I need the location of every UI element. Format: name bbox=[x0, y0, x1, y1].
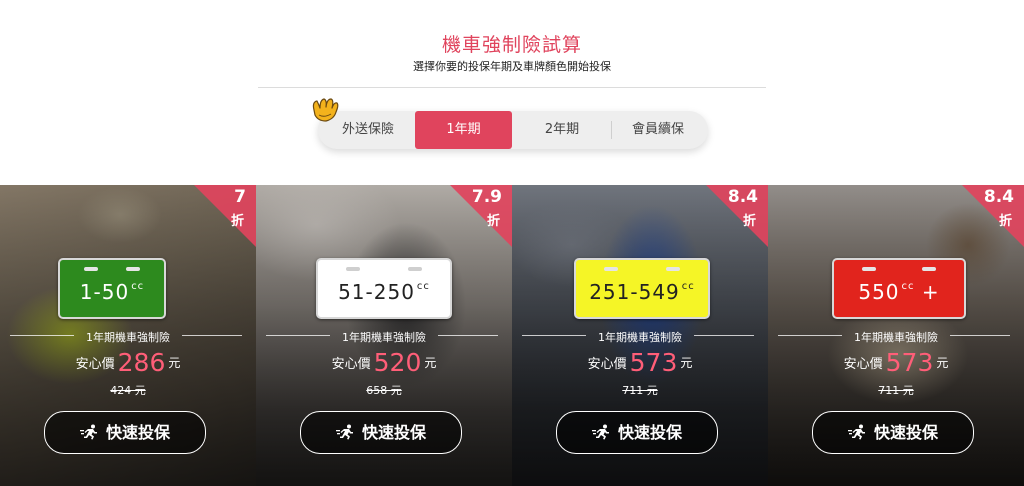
license-plate-green: 1-50 cc bbox=[58, 258, 166, 319]
quick-insure-button[interactable]: 快速投保 bbox=[300, 411, 462, 454]
running-icon bbox=[335, 424, 353, 439]
plan-label: 1年期機車強制險 bbox=[854, 331, 938, 344]
original-price: 658 元 bbox=[366, 384, 402, 397]
price-unit: 元 bbox=[936, 356, 949, 370]
button-label: 快速投保 bbox=[873, 423, 938, 442]
plate-hole bbox=[862, 267, 876, 271]
discount-unit: 折 bbox=[742, 214, 756, 229]
card-251-549cc: 8.4 折 251-549 cc 1年期機車強制險 安心價 573 元 711 元 快… bbox=[512, 185, 768, 486]
price-label: 安心價 bbox=[331, 357, 371, 372]
plate-text: 550 cc + bbox=[858, 280, 940, 304]
quick-insure-button[interactable]: 快速投保 bbox=[556, 411, 718, 454]
plate-hole bbox=[84, 267, 98, 271]
plate-text: 51-250 cc bbox=[338, 280, 430, 304]
price-row: 安心價 286 元 bbox=[0, 348, 256, 377]
discount-unit: 折 bbox=[486, 214, 500, 229]
header-divider bbox=[258, 87, 766, 88]
price-unit: 元 bbox=[168, 356, 181, 370]
running-icon bbox=[79, 424, 97, 439]
original-price: 711 元 bbox=[622, 384, 658, 397]
plate-hole bbox=[922, 267, 936, 271]
discount-value: 8.4 bbox=[983, 187, 1014, 207]
price-value: 573 bbox=[885, 348, 934, 377]
tab-member-renewal[interactable]: 會員續保 bbox=[612, 111, 704, 149]
license-plate-yellow: 251-549 cc bbox=[574, 258, 710, 319]
price-label: 安心價 bbox=[587, 357, 627, 372]
license-plate-red: 550 cc + bbox=[832, 258, 966, 319]
button-label: 快速投保 bbox=[105, 423, 170, 442]
price-label: 安心價 bbox=[75, 357, 115, 372]
plate-hole bbox=[604, 267, 618, 271]
quick-insure-button[interactable]: 快速投保 bbox=[812, 411, 974, 454]
tab-2-year[interactable]: 2年期 bbox=[514, 111, 610, 149]
running-icon bbox=[847, 424, 865, 439]
plate-hole bbox=[666, 267, 680, 271]
price-row: 安心價 573 元 bbox=[768, 348, 1024, 377]
plan-label: 1年期機車強制險 bbox=[598, 331, 682, 344]
price-value: 520 bbox=[373, 348, 422, 377]
button-label: 快速投保 bbox=[617, 423, 682, 442]
page-subtitle: 選擇你要的投保年期及車牌顏色開始投保 bbox=[413, 60, 611, 73]
original-price: 424 元 bbox=[110, 384, 146, 397]
discount-ribbon bbox=[194, 185, 256, 247]
page-title: 機車強制險試算 bbox=[441, 34, 582, 56]
quick-insure-button[interactable]: 快速投保 bbox=[44, 411, 206, 454]
plan-label: 1年期機車強制險 bbox=[86, 331, 170, 344]
running-icon bbox=[591, 424, 609, 439]
price-row: 安心價 520 元 bbox=[256, 348, 512, 377]
discount-value: 8.4 bbox=[727, 187, 758, 207]
plate-text: 1-50 cc bbox=[79, 280, 145, 304]
discount-unit: 折 bbox=[998, 214, 1012, 229]
license-plate-white: 51-250 cc bbox=[316, 258, 452, 319]
discount-unit: 折 bbox=[230, 214, 244, 229]
card-1-50cc: 7 折 1-50 cc 1年期機車強制險 安心價 286 元 424 元 快速投保 bbox=[0, 185, 256, 486]
plan-tab-bar: 外送保險 1年期 2年期 會員續保 bbox=[318, 111, 708, 149]
card-550cc-plus: 8.4 折 550 cc + 1年期機車強制險 安心價 573 元 711 元 快速投… bbox=[768, 185, 1024, 486]
discount-value: 7.9 bbox=[471, 187, 502, 207]
price-value: 286 bbox=[117, 348, 166, 377]
plate-hole bbox=[126, 267, 140, 271]
plan-label: 1年期機車強制險 bbox=[342, 331, 426, 344]
plate-hole bbox=[346, 267, 360, 271]
product-cards: 7 折 1-50 cc 1年期機車強制險 安心價 286 元 424 元 快速投保 7… bbox=[0, 185, 1024, 486]
price-unit: 元 bbox=[424, 356, 437, 370]
page-header: 機車強制險試算 選擇你要的投保年期及車牌顏色開始投保 外送保險 1年期 2年期 … bbox=[0, 0, 1024, 185]
price-label: 安心價 bbox=[843, 357, 883, 372]
tab-1-year[interactable]: 1年期 bbox=[415, 111, 512, 149]
waving-hand-icon bbox=[312, 98, 339, 122]
plate-text: 251-549 cc bbox=[589, 280, 695, 304]
button-label: 快速投保 bbox=[361, 423, 426, 442]
price-value: 573 bbox=[629, 348, 678, 377]
original-price: 711 元 bbox=[878, 384, 914, 397]
price-row: 安心價 573 元 bbox=[512, 348, 768, 377]
plate-hole bbox=[408, 267, 422, 271]
price-unit: 元 bbox=[680, 356, 693, 370]
discount-value: 7 bbox=[234, 187, 246, 207]
card-51-250cc: 7.9 折 51-250 cc 1年期機車強制險 安心價 520 元 658 元 快速… bbox=[256, 185, 512, 486]
